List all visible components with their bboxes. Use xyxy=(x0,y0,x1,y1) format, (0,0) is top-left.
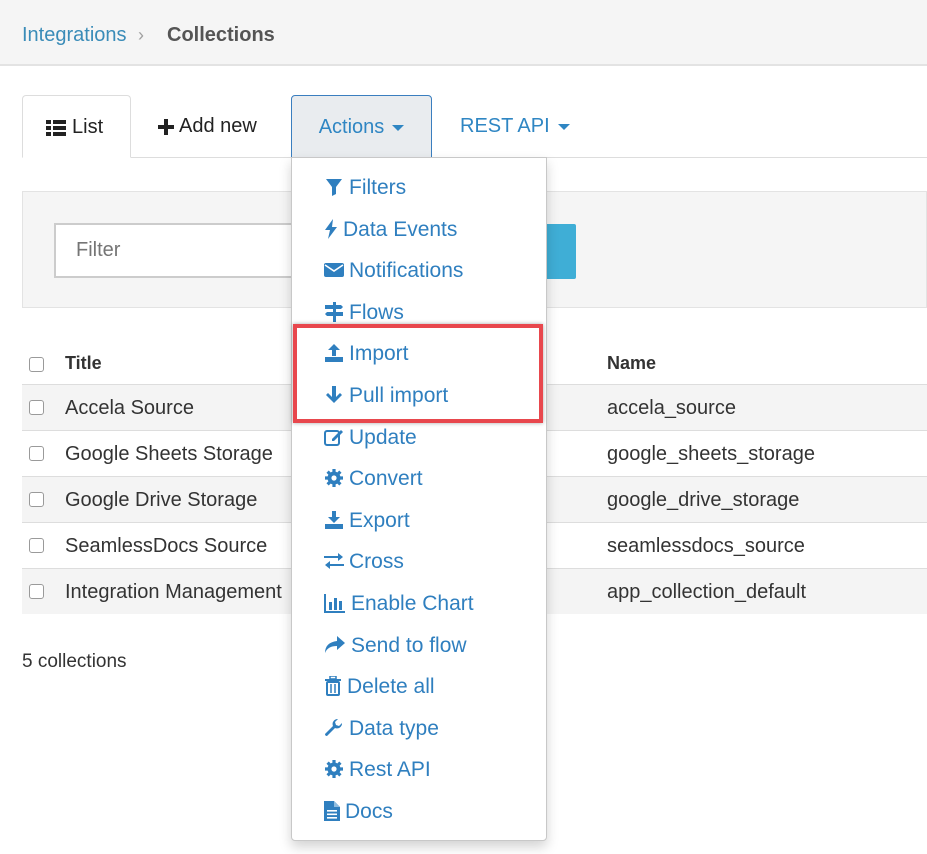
column-header-name[interactable]: Name xyxy=(607,340,656,386)
tab-actions[interactable]: Actions xyxy=(291,95,432,159)
menu-item-docs[interactable]: Docs xyxy=(324,794,393,830)
menu-item-label: Docs xyxy=(345,800,393,823)
row-name: accela_source xyxy=(607,397,736,419)
menu-item-data-events[interactable]: Data Events xyxy=(324,212,457,248)
file-icon xyxy=(324,801,340,821)
select-all-checkbox[interactable] xyxy=(29,357,44,372)
menu-item-label: Filters xyxy=(349,176,407,199)
menu-item-label: Flows xyxy=(349,301,404,324)
menu-item-delete-all[interactable]: Delete all xyxy=(324,669,435,705)
menu-item-label: Export xyxy=(349,509,410,532)
row-name: google_sheets_storage xyxy=(607,443,815,465)
edit-icon xyxy=(324,430,343,446)
bolt-icon xyxy=(325,219,337,239)
collection-count: 5 collections xyxy=(22,651,127,672)
breadcrumb-integrations-link[interactable]: Integrations xyxy=(22,23,127,47)
actions-dropdown-menu: Filters Data Events Notifications Flows … xyxy=(291,157,547,841)
import-highlight-box xyxy=(293,324,543,423)
plus-icon xyxy=(158,118,174,135)
caret-down-icon xyxy=(557,123,570,130)
menu-item-label: Data type xyxy=(349,717,439,740)
row-title[interactable]: Integration Management xyxy=(65,569,282,615)
menu-item-enable-chart[interactable]: Enable Chart xyxy=(324,586,474,622)
tab-actions-label: Actions xyxy=(318,116,385,138)
tab-list-label: List xyxy=(72,116,104,138)
gear-icon xyxy=(325,760,343,778)
menu-item-label: Cross xyxy=(349,550,404,573)
menu-item-convert[interactable]: Convert xyxy=(324,461,423,497)
row-name: app_collection_default xyxy=(607,581,807,603)
menu-item-update[interactable]: Update xyxy=(324,420,417,456)
breadcrumb: Integrations › Collections xyxy=(0,0,927,66)
trash-icon xyxy=(325,676,341,696)
wrench-icon xyxy=(325,718,343,736)
gear-icon xyxy=(325,469,343,487)
row-title[interactable]: SeamlessDocs Source xyxy=(65,523,267,569)
signpost-icon xyxy=(325,302,343,322)
exchange-icon xyxy=(324,553,344,569)
tab-add-new[interactable]: Add new xyxy=(158,95,278,158)
menu-item-data-type[interactable]: Data type xyxy=(324,711,439,747)
caret-down-icon xyxy=(392,124,405,131)
share-icon xyxy=(325,636,345,653)
column-header-title[interactable]: Title xyxy=(65,340,102,386)
breadcrumb-current: Collections xyxy=(167,24,275,46)
envelope-icon xyxy=(324,263,344,277)
row-checkbox[interactable] xyxy=(29,584,44,599)
row-checkbox[interactable] xyxy=(29,446,44,461)
tab-rest-api[interactable]: REST API xyxy=(460,95,590,158)
tab-add-new-label: Add new xyxy=(179,115,257,137)
menu-item-label: Data Events xyxy=(343,218,458,241)
row-title[interactable]: Accela Source xyxy=(65,385,194,431)
menu-item-label: Enable Chart xyxy=(351,592,474,615)
menu-item-cross[interactable]: Cross xyxy=(324,544,404,580)
menu-item-label: Send to flow xyxy=(351,634,467,657)
menu-item-filters[interactable]: Filters xyxy=(324,170,406,206)
row-name: seamlessdocs_source xyxy=(607,535,805,557)
menu-item-label: Rest API xyxy=(349,758,431,781)
menu-item-rest-api[interactable]: Rest API xyxy=(324,752,431,788)
breadcrumb-separator: › xyxy=(138,25,144,45)
filter-icon xyxy=(326,179,342,196)
row-name: google_drive_storage xyxy=(607,489,800,511)
tab-rest-api-label: REST API xyxy=(460,115,550,137)
row-title[interactable]: Google Sheets Storage xyxy=(65,431,273,477)
row-checkbox[interactable] xyxy=(29,538,44,553)
download-icon xyxy=(325,511,343,529)
menu-item-notifications[interactable]: Notifications xyxy=(324,253,463,289)
tab-list[interactable]: List xyxy=(22,95,131,158)
bar-chart-icon xyxy=(324,594,345,613)
menu-item-export[interactable]: Export xyxy=(324,503,410,539)
row-title[interactable]: Google Drive Storage xyxy=(65,477,257,523)
menu-item-send-to-flow[interactable]: Send to flow xyxy=(324,628,467,664)
row-checkbox[interactable] xyxy=(29,400,44,415)
list-icon xyxy=(46,119,66,136)
menu-item-label: Convert xyxy=(349,467,423,490)
menu-item-label: Notifications xyxy=(349,259,464,282)
menu-item-label: Update xyxy=(349,426,417,449)
menu-item-label: Delete all xyxy=(347,675,435,698)
row-checkbox[interactable] xyxy=(29,492,44,507)
